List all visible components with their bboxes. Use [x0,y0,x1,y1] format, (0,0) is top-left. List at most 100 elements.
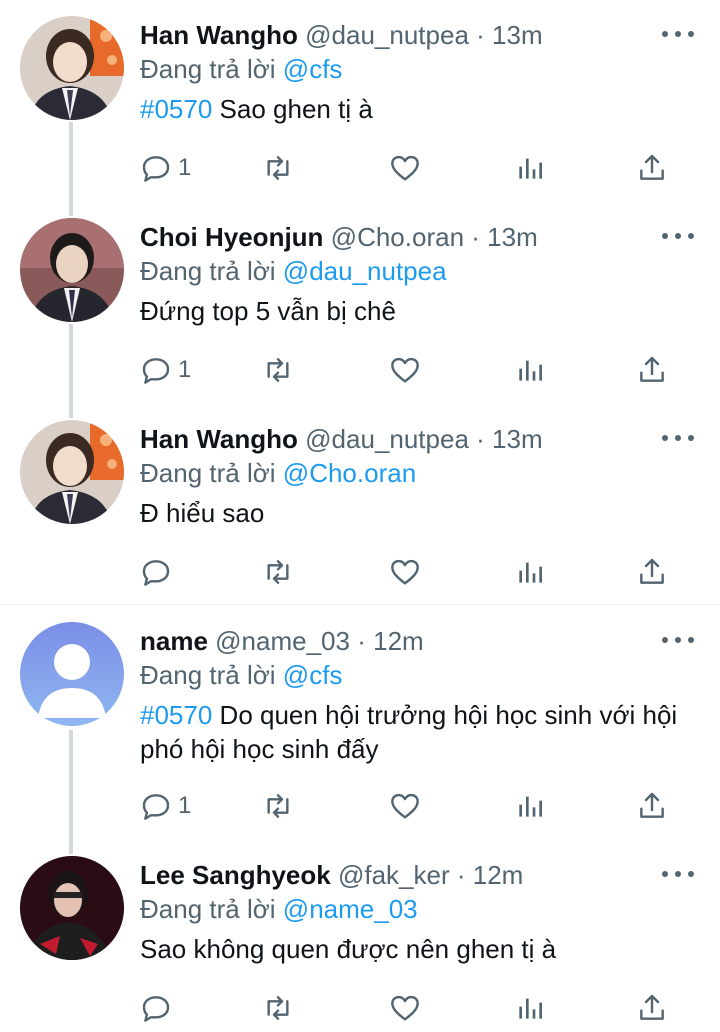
reply-mention-link[interactable]: @dau_nutpea [283,256,447,286]
tweet-body-text: Do quen hội trưởng hội học sinh với hội … [140,700,678,764]
more-icon[interactable] [662,426,694,450]
tweet[interactable]: Han Wangho @dau_nutpea · 13m Đang trả lờ… [0,0,720,202]
action-bar [140,988,680,1028]
retweet-button[interactable] [262,148,294,188]
tweet-body-text: Đứng top 5 vẫn bị chê [140,296,396,326]
avatar[interactable] [20,420,124,524]
hashtag-link[interactable]: #0570 [140,94,212,124]
separator-dot: · [476,424,485,454]
share-button[interactable] [636,148,668,188]
share-button[interactable] [636,350,668,390]
like-button[interactable] [389,552,421,592]
display-name[interactable]: Choi Hyeonjun [140,222,323,252]
retweet-icon [267,560,289,584]
analytics-icon [519,998,542,1019]
views-button[interactable] [514,552,546,592]
reply-mention-link[interactable]: @Cho.oran [283,458,416,488]
more-icon[interactable] [662,862,694,886]
tweet[interactable]: Lee Sanghyeok @fak_ker · 12m Đang trả lờ… [0,840,720,1032]
views-button[interactable] [514,148,546,188]
tweet-text: #0570 Sao ghen tị à [140,92,700,126]
reply-icon [142,794,170,820]
avatar[interactable] [20,622,124,726]
reply-button[interactable]: 1 [140,148,191,188]
timestamp[interactable]: 12m [473,860,524,890]
replying-to: Đang trả lời @dau_nutpea [140,254,447,288]
reply-button[interactable] [140,988,178,1028]
username[interactable]: @name_03 [215,626,350,656]
replying-to-label: Đang trả lời [140,256,276,286]
like-button[interactable] [389,148,421,188]
share-button[interactable] [636,552,668,592]
avatar-photo [20,218,124,322]
separator-dot: · [456,860,466,890]
avatar[interactable] [20,218,124,322]
heart-icon [391,793,419,819]
separator-dot: · [471,222,480,252]
timestamp[interactable]: 13m [492,20,543,50]
username[interactable]: @fak_ker [338,860,450,890]
reply-mention-link[interactable]: @cfs [283,660,343,690]
timestamp[interactable]: 13m [487,222,538,252]
reply-mention-link[interactable]: @cfs [283,54,343,84]
display-name[interactable]: Lee Sanghyeok [140,860,331,890]
action-bar: 1 [140,786,680,826]
replying-to: Đang trả lời @cfs [140,52,342,86]
reply-mention-link[interactable]: @name_03 [283,894,418,924]
avatar[interactable] [20,856,124,960]
views-button[interactable] [514,786,546,826]
reply-button[interactable]: 1 [140,786,191,826]
retweet-button[interactable] [262,552,294,592]
like-button[interactable] [389,350,421,390]
tweet-header: Choi Hyeonjun @Cho.oran · 13m [140,220,660,254]
like-button[interactable] [389,786,421,826]
tweet[interactable]: name @name_03 · 12m Đang trả lời @cfs #0… [0,606,720,838]
tweet-text: Đ hiểu sao [140,496,700,530]
reply-button[interactable] [140,552,178,592]
display-name[interactable]: Han Wangho [140,20,298,50]
avatar-photo [20,856,124,960]
username[interactable]: @dau_nutpea [305,424,469,454]
share-icon [640,356,664,382]
views-button[interactable] [514,350,546,390]
analytics-icon [519,796,542,817]
reply-button[interactable]: 1 [140,350,191,390]
like-button[interactable] [389,988,421,1028]
tweet[interactable]: Choi Hyeonjun @Cho.oran · 13m Đang trả l… [0,202,720,404]
action-bar: 1 [140,148,680,188]
replying-to: Đang trả lời @cfs [140,658,342,692]
share-button[interactable] [636,786,668,826]
tweet-header: Lee Sanghyeok @fak_ker · 12m [140,858,660,892]
avatar[interactable] [20,16,124,120]
views-button[interactable] [514,988,546,1028]
reply-icon [142,156,170,182]
more-icon[interactable] [662,628,694,652]
default-avatar-icon [20,622,124,726]
action-bar: 1 [140,350,680,390]
thread-divider [0,604,720,605]
reply-count: 1 [178,154,192,181]
more-icon[interactable] [662,22,694,46]
heart-icon [391,357,419,383]
display-name[interactable]: Han Wangho [140,424,298,454]
share-button[interactable] [636,988,668,1028]
analytics-icon [519,158,542,179]
retweet-icon [267,358,289,382]
hashtag-link[interactable]: #0570 [140,700,212,730]
reply-count: 1 [178,356,192,383]
more-icon[interactable] [662,224,694,248]
action-bar [140,552,680,592]
retweet-button[interactable] [262,350,294,390]
tweet-text: #0570 Do quen hội trưởng hội học sinh vớ… [140,698,700,766]
display-name[interactable]: name [140,626,208,656]
retweet-button[interactable] [262,988,294,1028]
username[interactable]: @dau_nutpea [305,20,469,50]
timestamp[interactable]: 12m [373,626,424,656]
tweet[interactable]: Han Wangho @dau_nutpea · 13m Đang trả lờ… [0,404,720,604]
username[interactable]: @Cho.oran [331,222,464,252]
retweet-button[interactable] [262,786,294,826]
timestamp[interactable]: 13m [492,424,543,454]
retweet-icon [267,996,289,1020]
heart-icon [391,559,419,585]
replying-to: Đang trả lời @Cho.oran [140,456,416,490]
